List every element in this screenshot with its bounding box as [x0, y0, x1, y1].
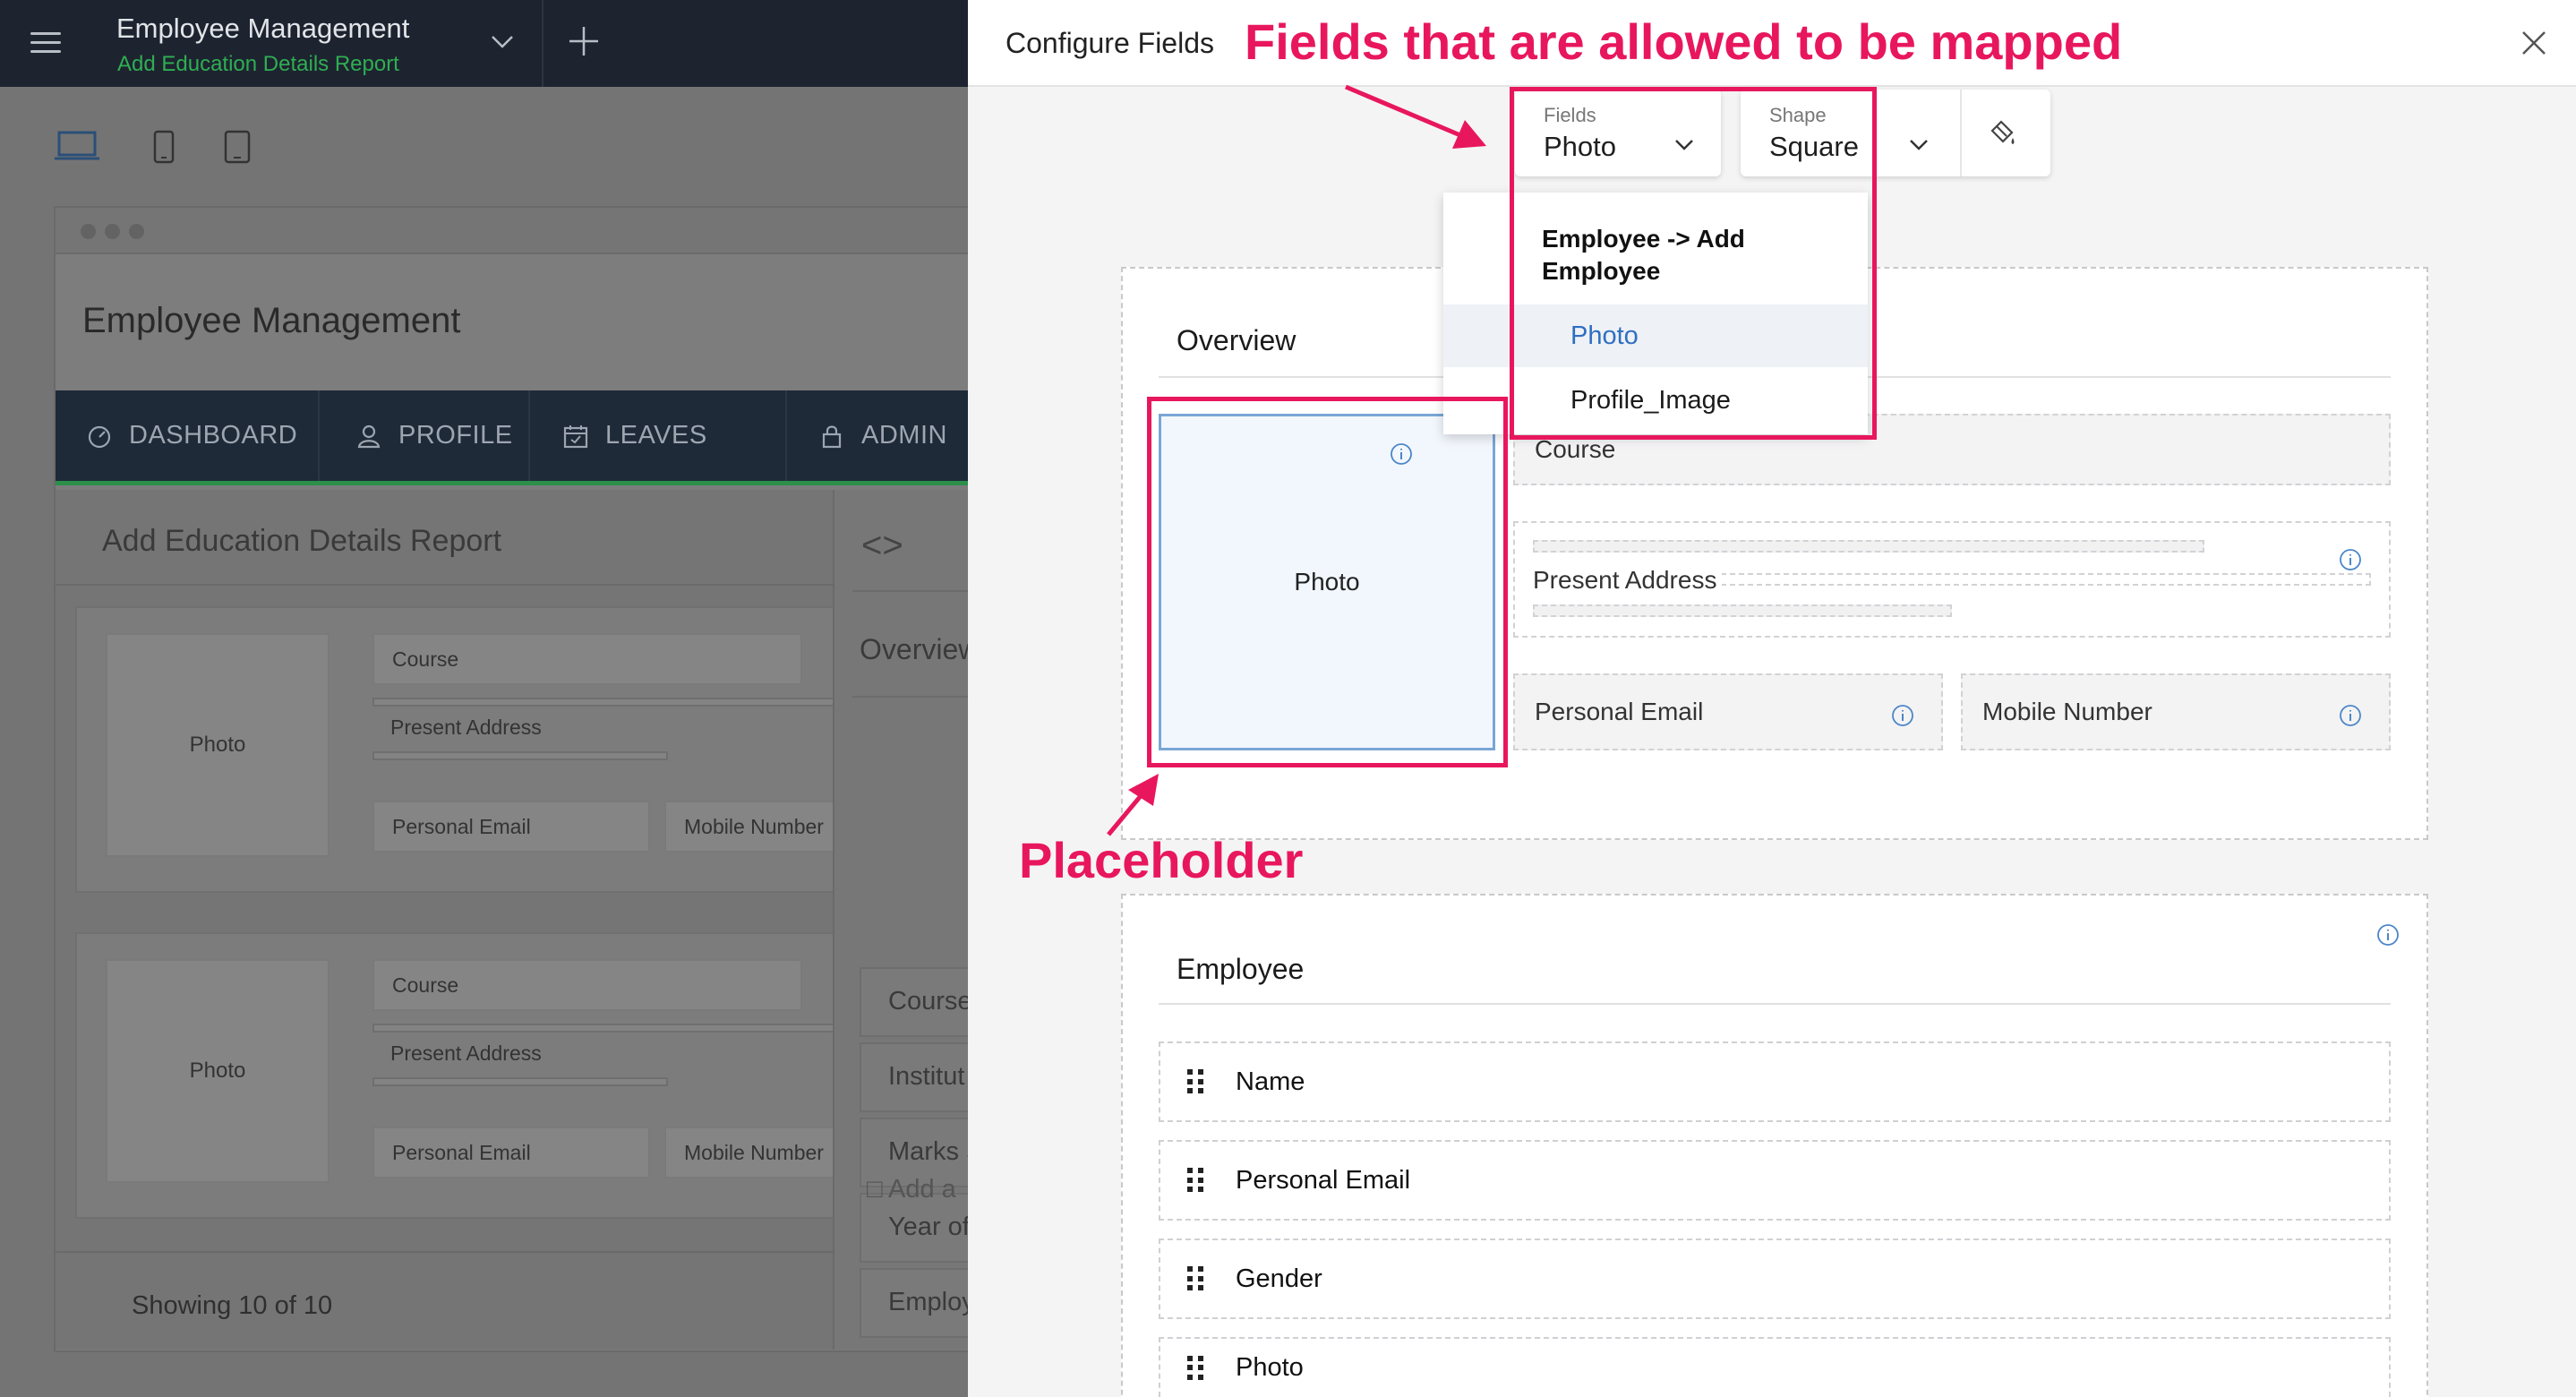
arrow-icon — [1345, 84, 1486, 149]
arrow-icon — [1107, 774, 1159, 836]
annotation-arrows — [1107, 84, 1486, 836]
